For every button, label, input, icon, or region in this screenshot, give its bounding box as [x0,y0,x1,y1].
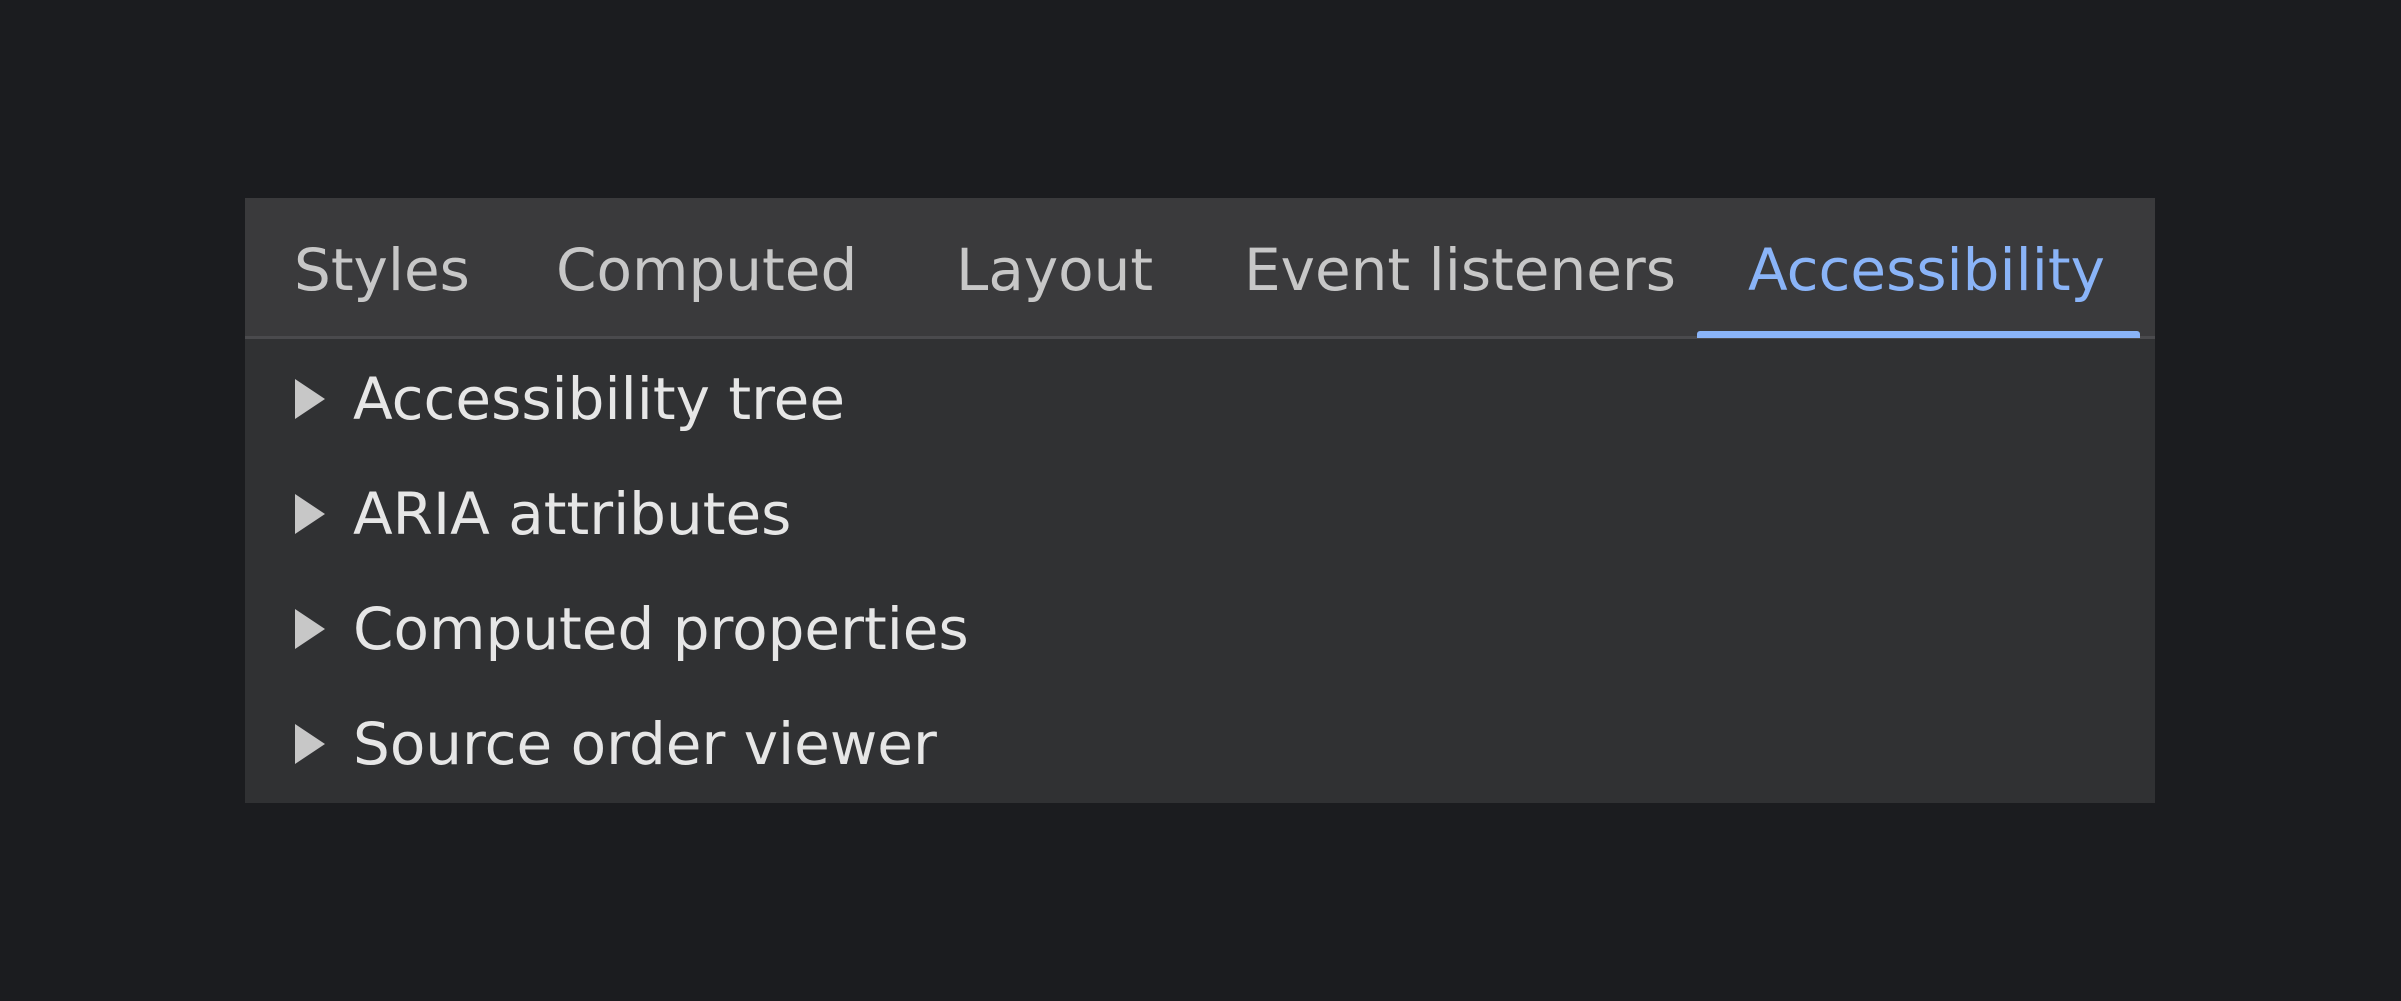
tab-event-listeners[interactable]: Event listeners [1244,198,1676,339]
section-label: Source order viewer [353,710,937,778]
active-tab-indicator [1697,331,2140,338]
tab-layout[interactable]: Layout [956,198,1153,339]
section-label: Accessibility tree [353,365,846,433]
tab-bar: Styles Computed Layout Event listeners A… [245,198,2155,339]
section-label: Computed properties [353,595,969,663]
section-source-order-viewer[interactable]: Source order viewer [245,684,2155,799]
section-label: ARIA attributes [353,480,792,548]
triangle-right-icon[interactable] [295,379,325,419]
section-computed-properties[interactable]: Computed properties [245,569,2155,684]
tab-accessibility[interactable]: Accessibility [1748,198,2105,339]
triangle-right-icon[interactable] [295,494,325,534]
devtools-sidebar-panel: Styles Computed Layout Event listeners A… [245,198,2155,803]
triangle-right-icon[interactable] [295,724,325,764]
section-aria-attributes[interactable]: ARIA attributes [245,454,2155,569]
section-accessibility-tree[interactable]: Accessibility tree [245,339,2155,454]
triangle-right-icon[interactable] [295,609,325,649]
tab-styles[interactable]: Styles [294,198,470,339]
tab-computed[interactable]: Computed [556,198,857,339]
